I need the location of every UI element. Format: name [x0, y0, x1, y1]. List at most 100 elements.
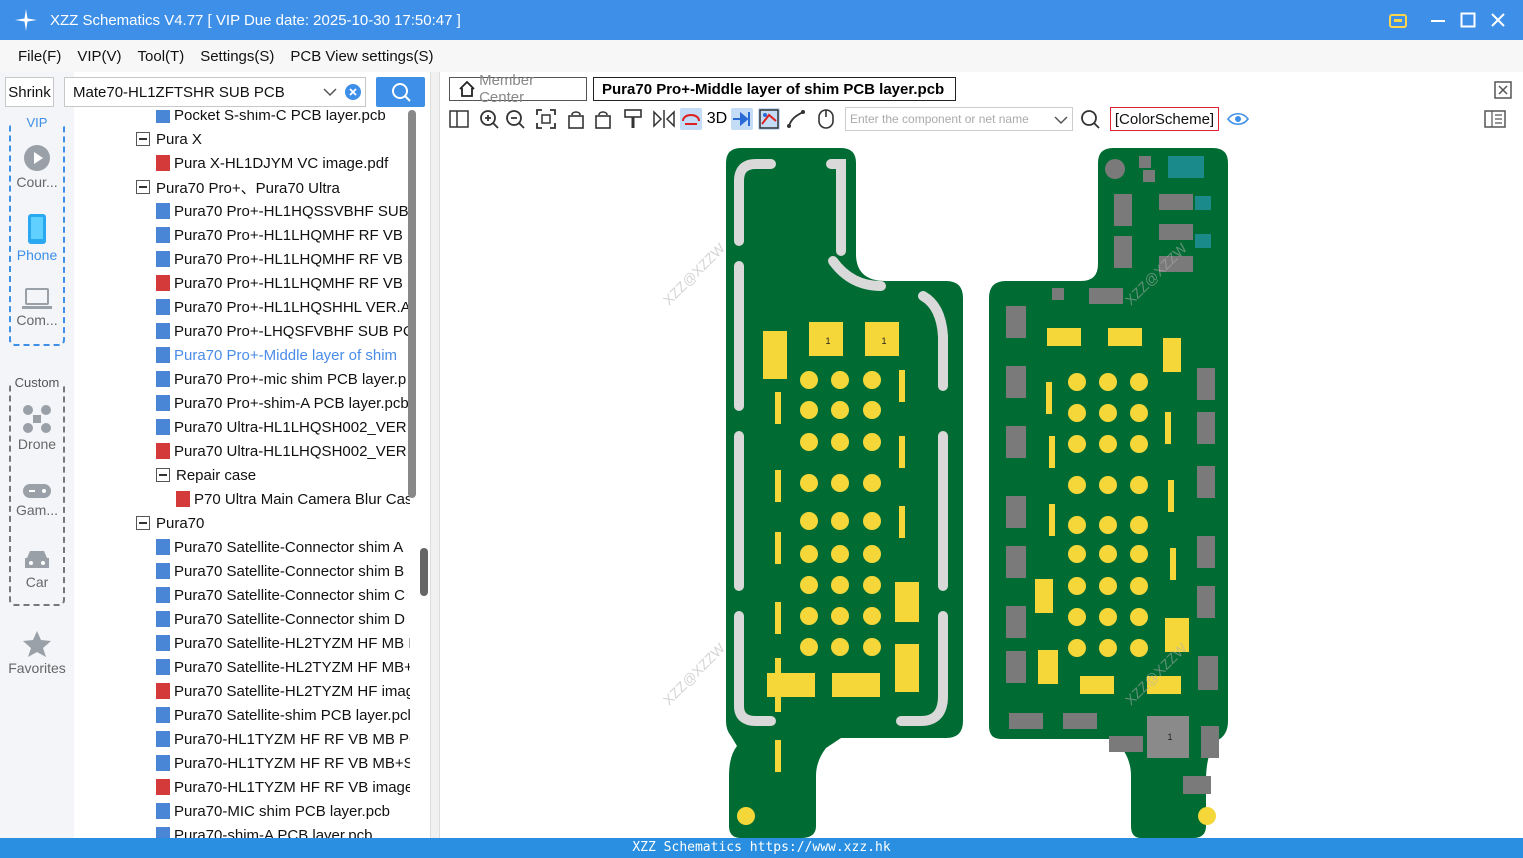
tree-scrollbar-thumb[interactable] [420, 548, 428, 596]
pcb-file-icon [156, 323, 170, 339]
pcb-drawing[interactable]: 1 11 XZZ@XZZWXZZ@XZZWXZZ@XZZWXZZ@XZZW [441, 136, 1523, 838]
collapse-toggle-icon[interactable] [156, 468, 170, 482]
layer-flip-icon[interactable] [680, 108, 702, 130]
rail-item-favorites[interactable]: Favorites [0, 630, 74, 676]
tree-file-item[interactable]: Pura70 Pro+-HL1LHQMHF RF VB M [156, 223, 410, 247]
tree-file-item[interactable]: Pura70 Pro+-HL1LHQMHF RF VB M [156, 247, 410, 271]
tree-file-item[interactable]: Pura70 Satellite-HL2TYZM HF MB+ [156, 655, 410, 679]
format-painter-icon[interactable] [622, 108, 644, 130]
pcb-pad [899, 370, 905, 402]
collapse-toggle-icon[interactable] [136, 132, 150, 146]
trace-icon[interactable] [785, 108, 807, 130]
tree-item-label: Pura70 Satellite-shim PCB layer.pcl [174, 706, 410, 724]
tree-file-item[interactable]: Pura70-HL1TYZM HF RF VB MB PC [156, 727, 410, 751]
tree-file-item[interactable]: Pura70 Satellite-shim PCB layer.pcl [156, 703, 410, 727]
view-3d-button[interactable]: 3D [704, 108, 730, 130]
menu-pcb-view-settings[interactable]: PCB View settings(S) [290, 48, 433, 65]
tree-file-item[interactable]: Pura70 Ultra-HL1LHQSH002_VER.B [156, 415, 410, 439]
tree-file-item[interactable]: Pura70-HL1TYZM HF RF VB image. [156, 775, 410, 799]
tree-group[interactable]: Pura70 Pro+、Pura70 Ultra [136, 175, 340, 199]
net-search-input[interactable]: Enter the component or net name [845, 107, 1073, 131]
pcb-canvas[interactable]: 111 XZZ@XZZW XZZ@XZZW XZZ@XZZW XZZ@XZZW [441, 136, 1523, 838]
pcb-ball-pad [1099, 404, 1117, 422]
tree-item-label: Pura70 Satellite-Connector shim C [174, 586, 405, 604]
rail-item-label: Favorites [8, 660, 66, 676]
collapse-toggle-icon[interactable] [136, 180, 150, 194]
tree-file-item[interactable]: Pura70 Satellite-Connector shim B [156, 559, 404, 583]
tree-file-item[interactable]: Pura70 Satellite-HL2TYZM HF imag [156, 679, 410, 703]
menu-settings[interactable]: Settings(S) [200, 48, 274, 65]
tree-group[interactable]: Pura70 [136, 511, 204, 535]
rail-item-car[interactable]: Car [0, 548, 74, 590]
tree-file-item[interactable]: Pura70 Pro+-mic shim PCB layer.p [156, 367, 406, 391]
tree-file-item[interactable]: Pocket S-shim-C PCB layer.pcb [156, 110, 386, 127]
collapse-toggle-icon[interactable] [136, 516, 150, 530]
net-highlight-icon[interactable] [758, 108, 780, 130]
tree-file-item[interactable]: P70 Ultra Main Camera Blur Cas [176, 487, 410, 511]
tree-file-item[interactable]: Pura70-HL1TYZM HF RF VB MB+Sl [156, 751, 410, 775]
tree-item-label: Pura X [156, 130, 202, 148]
menu-vip[interactable]: VIP(V) [77, 48, 121, 65]
tree-file-item[interactable]: Pura X-HL1DJYM VC image.pdf [156, 151, 388, 175]
tree-file-item[interactable]: Pura70 Pro+-HL1HQSSVBHF SUB F [156, 199, 410, 223]
color-scheme-button[interactable]: [ColorScheme] [1110, 107, 1219, 131]
menu-tool[interactable]: Tool(T) [138, 48, 185, 65]
pcb-ball-pad [1068, 435, 1086, 453]
rotate-right-icon[interactable] [592, 108, 614, 130]
tree-file-item[interactable]: Pura70 Satellite-Connector shim A [156, 535, 403, 559]
pcb-file-icon [156, 371, 170, 387]
pcb-gray-pad [1006, 546, 1026, 578]
tree-file-item[interactable]: Pura70-MIC shim PCB layer.pcb [156, 799, 390, 823]
panel-splitter[interactable] [430, 72, 440, 838]
minimize-button[interactable] [1426, 8, 1450, 32]
search-input[interactable]: Mate70-HL1ZFTSHR SUB PCB [64, 77, 366, 107]
search-icon [391, 83, 411, 102]
tab-member-center[interactable]: Member Center [449, 72, 587, 106]
rail-item-game[interactable]: Gam... [0, 482, 74, 518]
tree-file-item[interactable]: Pura70 Ultra-HL1LHQSH002_VER.B [156, 439, 410, 463]
tree-file-item[interactable]: Pura70 Satellite-HL2TYZM HF MB I [156, 631, 410, 655]
rail-item-phone[interactable]: Phone [0, 213, 74, 263]
zoom-out-icon[interactable] [504, 108, 526, 130]
mirror-icon[interactable] [653, 108, 675, 130]
tree-file-item[interactable]: Pura70 Pro+-Middle layer of shim [156, 343, 397, 367]
pin-mode-icon[interactable] [731, 108, 753, 130]
zoom-in-icon[interactable] [478, 108, 500, 130]
eye-icon[interactable] [1227, 108, 1249, 130]
vip-badge-icon[interactable] [1386, 8, 1410, 32]
rotate-left-icon[interactable] [565, 108, 587, 130]
tree-file-item[interactable]: Pura70 Pro+-LHQSFVBHF SUB PCB [156, 319, 410, 343]
tree-file-item[interactable]: Pura70 Satellite-Connector shim D [156, 607, 405, 631]
tree-file-item[interactable]: Pura70 Pro+-HL1LHQMHF RF VB ir [156, 271, 410, 295]
shrink-button[interactable]: Shrink [5, 77, 54, 107]
pcb-file-icon [156, 659, 170, 675]
fit-view-icon[interactable] [535, 108, 557, 130]
tree-scrollbar[interactable] [408, 110, 416, 498]
tree-group[interactable]: Pura X [136, 127, 202, 151]
split-view-icon[interactable] [448, 108, 470, 130]
search-button[interactable] [376, 77, 425, 107]
tree-item-label: Pura70-MIC shim PCB layer.pcb [174, 802, 390, 820]
chevron-down-icon[interactable] [323, 86, 337, 98]
tree-file-item[interactable]: Pura70 Pro+-HL1LHQSHHL VER.A [156, 295, 410, 319]
tree-file-item[interactable]: Pura70-shim-A PCB layer.pcb [156, 823, 372, 838]
pcb-pad [895, 582, 919, 622]
tree-file-item[interactable]: Pura70 Satellite-Connector shim C [156, 583, 405, 607]
menu-file[interactable]: File(F) [18, 48, 61, 65]
maximize-button[interactable] [1456, 8, 1480, 32]
chevron-down-icon[interactable] [1054, 114, 1068, 126]
mouse-icon[interactable] [815, 108, 837, 130]
rail-item-courses[interactable]: Cour... [0, 144, 74, 190]
clear-icon[interactable] [345, 84, 361, 100]
rail-item-computer[interactable]: Com... [0, 288, 74, 328]
tab-active-file[interactable]: Pura70 Pro+-Middle layer of shim PCB lay… [593, 77, 956, 101]
pcb-pad [775, 680, 781, 712]
pcb-pad [1165, 412, 1171, 444]
tree-file-item[interactable]: Pura70 Pro+-shim-A PCB layer.pcb [156, 391, 409, 415]
close-tab-icon[interactable] [1493, 80, 1513, 100]
rail-item-drone[interactable]: Drone [0, 404, 74, 452]
close-button[interactable] [1486, 8, 1510, 32]
side-panel-icon[interactable] [1484, 108, 1506, 130]
tree-group[interactable]: Repair case [156, 463, 256, 487]
net-search-icon[interactable] [1079, 108, 1101, 130]
